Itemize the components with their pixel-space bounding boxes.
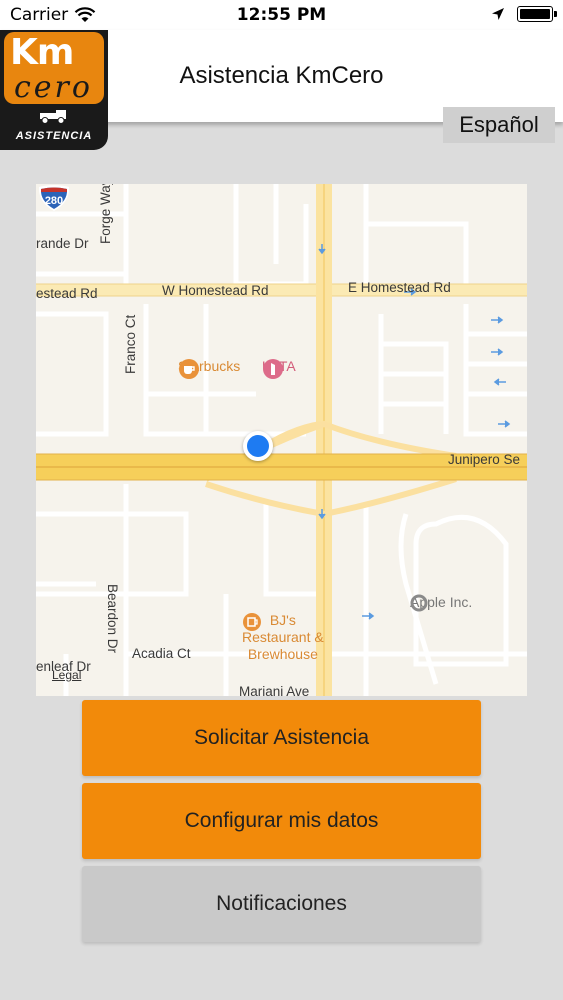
poi-bjs[interactable]: BJ's Restaurant & Brewhouse <box>242 612 324 663</box>
interstate-shield-icon: 280 <box>38 185 70 211</box>
coffee-icon <box>179 359 199 379</box>
street-label-franco: Franco Ct <box>123 314 138 374</box>
location-arrow-icon <box>492 8 504 20</box>
poi-apple[interactable]: Apple Inc. <box>410 594 472 612</box>
language-button[interactable]: Español <box>443 107 555 143</box>
street-label-acadia: Acadia Ct <box>132 646 191 661</box>
street-label-beardon: Beardon Dr <box>105 584 120 654</box>
logo-subtitle: ASISTENCIA <box>15 130 93 142</box>
app-logo: Km cero ASISTENCIA <box>0 30 108 150</box>
logo-km-text: Km <box>10 32 74 73</box>
configure-data-button[interactable]: Configurar mis datos <box>82 783 481 859</box>
street-label-grande: rande Dr <box>36 236 89 251</box>
request-assistance-button[interactable]: Solicitar Asistencia <box>82 700 481 776</box>
street-label-mariani: Mariani Ave <box>239 684 310 696</box>
logo-badge: Km cero <box>4 32 104 105</box>
shield-number: 280 <box>45 195 63 207</box>
clock: 12:55 PM <box>236 5 327 25</box>
logo-cero-text: cero <box>14 70 93 105</box>
restaurant-icon <box>243 613 261 631</box>
poi-bjs-line3: Brewhouse <box>247 646 318 662</box>
street-label-forge: Forge Way <box>98 184 113 244</box>
lipstick-icon <box>263 359 283 379</box>
street-label-w-homestead: W Homestead Rd <box>162 283 269 298</box>
poi-ulta[interactable]: ULTA <box>262 358 296 379</box>
status-icons <box>491 6 557 22</box>
street-label-homestead-left: estead Rd <box>36 286 98 301</box>
status-bar: Carrier 12:55 PM <box>0 0 563 30</box>
landmark-icon <box>410 594 428 612</box>
street-label-junipero: Junipero Se <box>448 452 521 467</box>
notifications-button[interactable]: Notificaciones <box>82 866 481 942</box>
street-label-e-homestead: E Homestead Rd <box>348 280 451 295</box>
legal-link[interactable]: Legal <box>52 668 81 682</box>
battery-icon <box>517 6 557 22</box>
user-location-dot <box>243 431 273 461</box>
poi-starbucks[interactable]: Starbucks <box>178 358 240 379</box>
tow-truck-icon <box>40 110 66 124</box>
map-view[interactable]: rande Dr estead Rd W Homestead Rd E Home… <box>36 184 527 696</box>
